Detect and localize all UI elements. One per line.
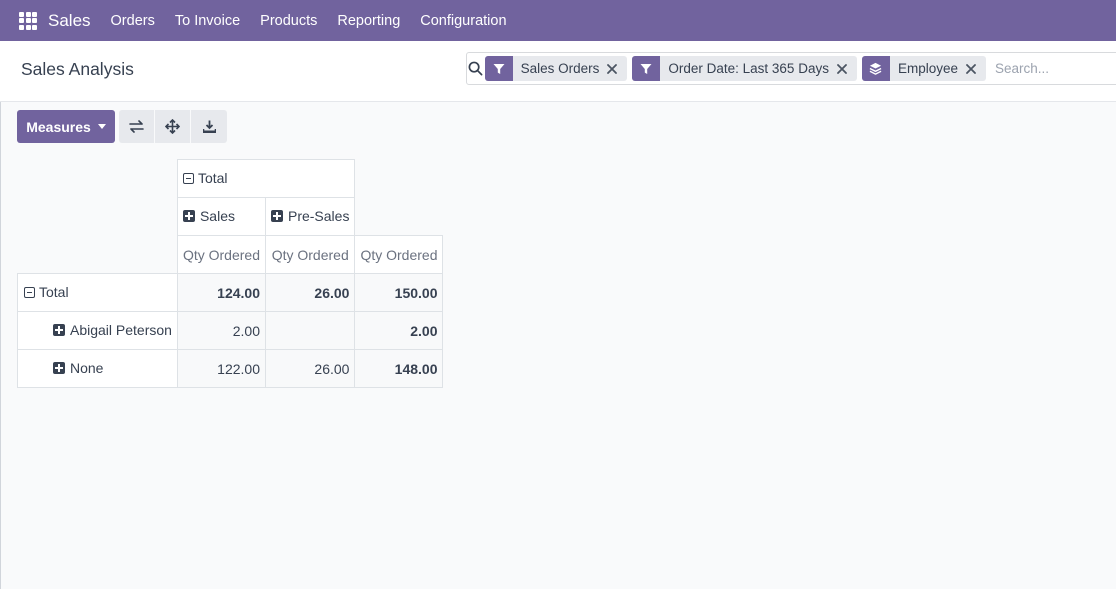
close-icon[interactable]: [607, 56, 627, 81]
nav-reporting[interactable]: Reporting: [337, 13, 400, 29]
expand-icon: [182, 210, 195, 222]
measure-header[interactable]: Qty Ordered: [264, 235, 356, 274]
row-header-total[interactable]: Total: [17, 273, 178, 312]
filter-icon: [632, 56, 661, 81]
collapse-icon: [24, 286, 35, 298]
pivot-table: Total Sales Pre-Sales Qty Ordered Qty Or…: [17, 159, 444, 388]
table-row-total: Total 124.00 26.00 150.00: [17, 273, 444, 312]
facet-order-date: Order Date: Last 365 Days: [632, 56, 857, 81]
pivot-cell[interactable]: [264, 311, 356, 350]
row-header-abigail-peterson[interactable]: Abigail Peterson: [17, 311, 178, 350]
caret-down-icon: [97, 124, 106, 129]
collapse-icon: [182, 172, 194, 184]
layers-icon: [861, 56, 890, 81]
row-header-label: Abigail Peterson: [70, 322, 172, 338]
expand-icon: [53, 362, 65, 374]
col-header-total[interactable]: Total: [176, 159, 356, 198]
grid-icon: [19, 11, 37, 30]
pivot-tool-group: [119, 110, 227, 143]
pivot-cell[interactable]: 26.00: [264, 349, 356, 388]
expand-all-button[interactable]: [155, 110, 191, 143]
search-input[interactable]: [995, 61, 1116, 76]
nav-to-invoice[interactable]: To Invoice: [175, 13, 240, 29]
pivot-cell[interactable]: 26.00: [264, 273, 356, 312]
pivot-corner: [18, 160, 178, 198]
page-title: Sales Analysis: [21, 59, 134, 79]
pivot-cell[interactable]: 124.00: [176, 273, 266, 312]
pivot-cell-total[interactable]: 2.00: [354, 311, 444, 350]
nav-products[interactable]: Products: [260, 13, 317, 29]
left-border: [0, 41, 1, 589]
measure-header[interactable]: Qty Ordered: [354, 235, 444, 274]
col-header-presales[interactable]: Pre-Sales: [264, 197, 356, 236]
pivot-cell[interactable]: 2.00: [176, 311, 266, 350]
measure-header[interactable]: Qty Ordered: [176, 235, 266, 274]
apps-menu-button[interactable]: [8, 0, 48, 41]
download-button[interactable]: [191, 110, 227, 143]
close-icon[interactable]: [966, 56, 986, 81]
col-header-sales-label: Sales: [199, 208, 235, 224]
control-panel: Sales Analysis Sales Orders Order Date: …: [0, 41, 1116, 102]
pivot-cell[interactable]: 122.00: [176, 349, 266, 388]
row-header-total-label: Total: [39, 284, 69, 301]
col-header-sales[interactable]: Sales: [176, 197, 266, 236]
pivot-cell-total[interactable]: 148.00: [354, 349, 444, 388]
facet-employee: Employee: [861, 56, 986, 81]
pivot-cell-total[interactable]: 150.00: [354, 273, 444, 312]
expand-icon: [53, 324, 65, 336]
nav-orders[interactable]: Orders: [111, 13, 155, 29]
table-row: Abigail Peterson 2.00 2.00: [17, 311, 444, 350]
col-header-total-label: Total: [197, 170, 228, 187]
measures-label: Measures: [26, 118, 91, 135]
col-header-presales-label: Pre-Sales: [287, 208, 350, 224]
expand-all-icon: [165, 119, 180, 134]
measures-button[interactable]: Measures: [17, 110, 115, 143]
filter-icon: [484, 56, 513, 81]
top-navbar: Sales Orders To Invoice Products Reporti…: [0, 0, 1116, 41]
row-header-none[interactable]: None: [17, 349, 178, 388]
facet-sales-orders: Sales Orders: [484, 56, 628, 81]
search-icon[interactable]: [467, 53, 485, 84]
table-row: None 122.00 26.00 148.00: [17, 349, 444, 388]
app-brand[interactable]: Sales: [48, 11, 91, 31]
flip-axis-icon: [129, 120, 144, 133]
close-icon[interactable]: [837, 56, 857, 81]
row-header-label: None: [70, 360, 104, 376]
download-icon: [202, 120, 216, 133]
search-box[interactable]: Sales Orders Order Date: Last 365 Days E…: [466, 52, 1116, 85]
facet-label: Employee: [897, 61, 958, 76]
expand-icon: [270, 210, 283, 222]
nav-configuration[interactable]: Configuration: [420, 13, 506, 29]
flip-axis-button[interactable]: [119, 110, 155, 143]
facet-label: Order Date: Last 365 Days: [668, 61, 829, 76]
facet-label: Sales Orders: [520, 61, 600, 76]
